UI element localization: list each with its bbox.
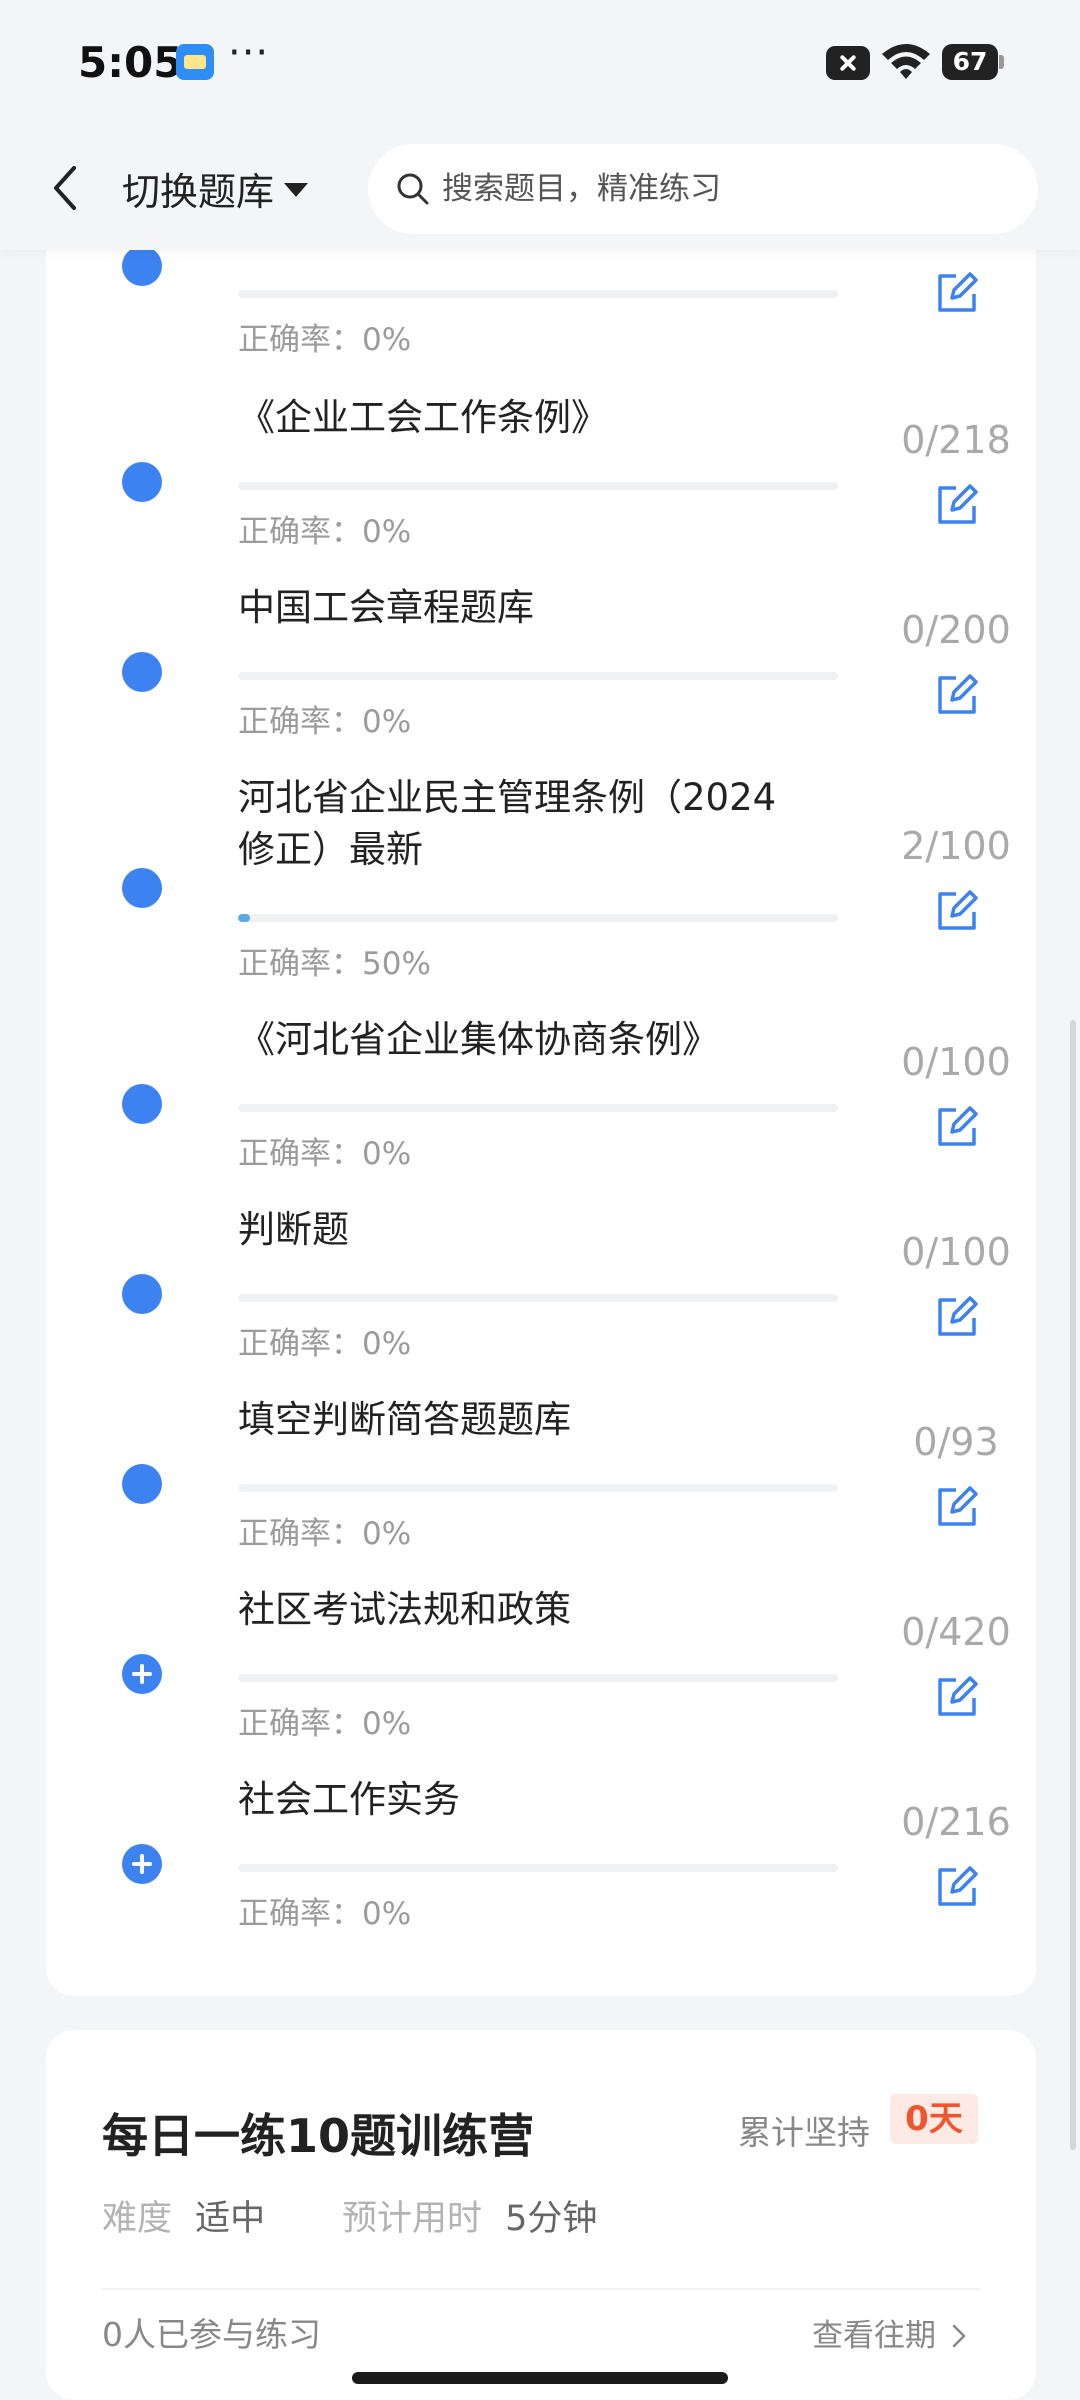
switch-bank-button[interactable]: 切换题库: [122, 158, 309, 218]
search-box[interactable]: [368, 144, 1038, 234]
question-bank-list: 例》 正确率：0% 《企业工会工作条例》 正确率：0% 0/218 中国工会章程…: [46, 180, 1036, 1996]
plus-circle-icon[interactable]: [122, 1844, 162, 1884]
bank-accuracy: 正确率：50%: [238, 946, 431, 982]
bank-title: 社区考试法规和政策: [238, 1588, 571, 1631]
edit-icon[interactable]: [934, 482, 980, 528]
bank-count: 0/100: [901, 1230, 1011, 1274]
bank-progress-bar: [238, 914, 838, 922]
bank-accuracy: 正确率：0%: [238, 322, 412, 358]
bank-count: 0/93: [913, 1420, 999, 1464]
divider: [102, 2288, 980, 2290]
estimated-time-value: 5分钟: [505, 2199, 598, 2239]
bank-count: 0/218: [901, 418, 1011, 462]
bank-title: 《企业工会工作条例》: [238, 396, 608, 439]
bank-accuracy: 正确率：0%: [238, 1896, 412, 1932]
scrollbar[interactable]: [1070, 1020, 1076, 2150]
bank-progress-bar: [238, 1674, 838, 1682]
bank-dot-icon: [122, 1274, 162, 1314]
edit-icon[interactable]: [934, 1674, 980, 1720]
bank-count: 0/100: [901, 1040, 1011, 1084]
bank-dot-icon: [122, 1464, 162, 1504]
caret-down-icon: [284, 183, 309, 197]
bank-accuracy: 正确率：0%: [238, 1326, 412, 1362]
wallet-app-icon: [176, 44, 214, 80]
edit-icon[interactable]: [934, 1104, 980, 1150]
participants-count: 0人已参与练习: [102, 2315, 321, 2354]
bank-title: 中国工会章程题库: [238, 586, 534, 629]
bank-progress-bar: [238, 1104, 838, 1112]
camp-title: 每日一练10题训练营: [102, 2109, 535, 2163]
edit-icon[interactable]: [934, 270, 980, 316]
edit-icon[interactable]: [934, 1864, 980, 1910]
difficulty-label: 难度: [102, 2199, 173, 2239]
difficulty-value: 适中: [195, 2199, 266, 2239]
bank-dot-icon: [122, 868, 162, 908]
bank-accuracy: 正确率：0%: [238, 1516, 412, 1552]
view-history-link[interactable]: 查看往期: [812, 2310, 968, 2355]
search-input[interactable]: [440, 170, 1004, 208]
bank-dot-icon: [122, 246, 162, 286]
streak-badge: 0天: [890, 2094, 978, 2144]
bank-dot-icon: [122, 462, 162, 502]
bank-accuracy: 正确率：0%: [238, 704, 412, 740]
plus-circle-icon[interactable]: [122, 1654, 162, 1694]
status-time: 5:05: [78, 38, 183, 87]
status-more-icon: ···: [228, 30, 270, 76]
bank-progress-bar: [238, 1484, 838, 1492]
bank-progress-fill: [238, 914, 250, 922]
chevron-left-icon[interactable]: [46, 162, 86, 214]
bank-count: 0/216: [901, 1800, 1011, 1844]
bank-title: 社会工作实务: [238, 1778, 460, 1821]
search-icon: [397, 173, 429, 205]
home-indicator[interactable]: [352, 2372, 728, 2384]
bank-count: 0/420: [901, 1610, 1011, 1654]
bank-progress-bar: [238, 482, 838, 490]
bank-progress-bar: [238, 1294, 838, 1302]
bank-accuracy: 正确率：0%: [238, 514, 412, 550]
status-bar: 5:05 ··· 67: [0, 0, 1080, 130]
bank-progress-bar: [238, 672, 838, 680]
bank-title: 填空判断简答题题库: [238, 1398, 571, 1441]
bank-dot-icon: [122, 1084, 162, 1124]
app-header: 切换题库: [0, 130, 1080, 250]
wifi-icon: [882, 44, 930, 79]
estimated-time-info: 预计用时 5分钟: [342, 2190, 597, 2241]
edit-icon[interactable]: [934, 672, 980, 718]
bank-count: 2/100: [901, 824, 1011, 868]
view-history-label: 查看往期: [812, 2318, 936, 2354]
close-icon: [826, 46, 870, 80]
bank-accuracy: 正确率：0%: [238, 1706, 412, 1742]
bank-title: 《河北省企业集体协商条例》: [238, 1018, 719, 1061]
estimated-time-label: 预计用时: [342, 2199, 483, 2239]
edit-icon[interactable]: [934, 1294, 980, 1340]
bank-progress-bar: [238, 1864, 838, 1872]
switch-bank-label: 切换题库: [122, 169, 275, 214]
streak-label: 累计坚持: [738, 2113, 870, 2152]
bank-accuracy: 正确率：0%: [238, 1136, 412, 1172]
bank-title: 判断题: [238, 1208, 349, 1251]
bank-progress-bar: [238, 290, 838, 298]
bank-count: 0/200: [901, 608, 1011, 652]
bank-title: 河北省企业民主管理条例（2024修正）最新: [238, 776, 777, 871]
edit-icon[interactable]: [934, 1484, 980, 1530]
battery-icon: 67: [942, 44, 1004, 80]
difficulty-info: 难度 适中: [102, 2190, 265, 2241]
chevron-right-icon: [952, 2324, 966, 2348]
edit-icon[interactable]: [934, 888, 980, 934]
bank-dot-icon: [122, 652, 162, 692]
daily-practice-camp-card[interactable]: 每日一练10题训练营 累计坚持 0天 难度 适中 预计用时 5分钟 0人已参与练…: [46, 2030, 1036, 2400]
